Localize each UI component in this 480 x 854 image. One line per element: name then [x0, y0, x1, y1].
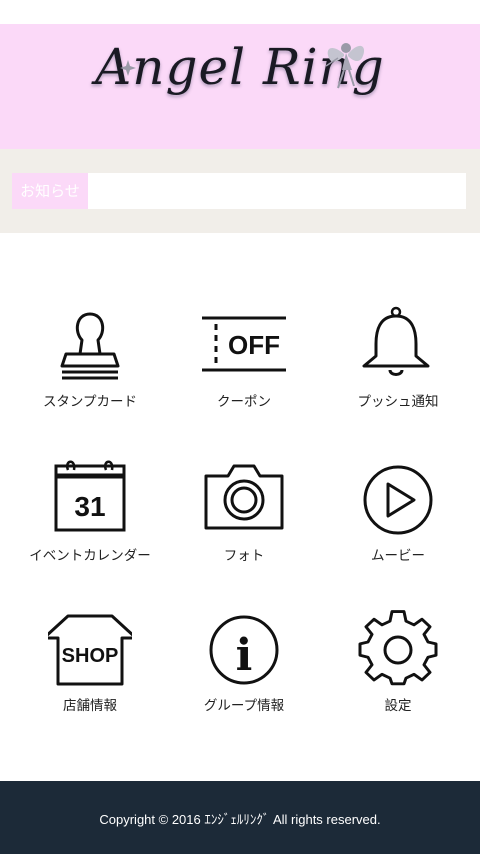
menu-movie[interactable]: ムービー	[318, 458, 478, 598]
menu-store-info[interactable]: SHOP 店舗情報	[10, 608, 170, 748]
menu-label: 設定	[384, 698, 412, 714]
app-logo: Angel Ring	[95, 38, 385, 96]
menu-event-calendar[interactable]: 31 イベントカレンダー	[10, 458, 170, 598]
menu-settings[interactable]: 設定	[318, 608, 478, 748]
menu-label: ムービー	[371, 548, 425, 564]
menu-push-notification[interactable]: プッシュ通知	[318, 304, 478, 444]
menu-label: 店舗情報	[63, 698, 117, 714]
menu-photo[interactable]: フォト	[164, 458, 324, 598]
fairy-icon	[325, 43, 365, 89]
calendar-icon: 31	[54, 460, 126, 532]
info-glyph-text: i	[236, 630, 253, 681]
menu-coupon[interactable]: OFF クーポン	[164, 304, 324, 444]
menu-label: クーポン	[217, 394, 271, 410]
coupon-icon: OFF	[202, 316, 286, 372]
footer: Copyright © 2016 ｴﾝｼﾞｪﾙﾘﾝｸﾞ All rights r…	[0, 781, 480, 854]
camera-icon	[204, 464, 284, 530]
menu-label: イベントカレンダー	[29, 548, 151, 564]
menu-group-info[interactable]: i グループ情報	[164, 608, 324, 748]
sparkle-icon	[120, 60, 136, 76]
stamp-icon	[60, 312, 120, 380]
status-bar-area	[0, 0, 480, 24]
menu-label: グループ情報	[203, 698, 285, 714]
coupon-off-text: OFF	[228, 330, 280, 360]
info-icon: i	[209, 615, 279, 685]
play-icon	[363, 465, 433, 535]
news-content[interactable]	[96, 173, 456, 209]
menu-label: フォト	[223, 548, 265, 564]
calendar-date-text: 31	[74, 491, 105, 522]
gear-icon	[358, 610, 438, 686]
copyright-text: Copyright © 2016 ｴﾝｼﾞｪﾙﾘﾝｸﾞ All rights r…	[99, 812, 381, 827]
menu-label: プッシュ通知	[357, 394, 439, 410]
menu-label: スタンプカード	[42, 394, 138, 410]
bell-icon	[362, 306, 430, 376]
shop-icon: SHOP	[48, 614, 132, 686]
shop-sign-text: SHOP	[62, 645, 119, 667]
news-tag: お知らせ	[12, 173, 88, 209]
menu-stamp-card[interactable]: スタンプカード	[10, 304, 170, 444]
